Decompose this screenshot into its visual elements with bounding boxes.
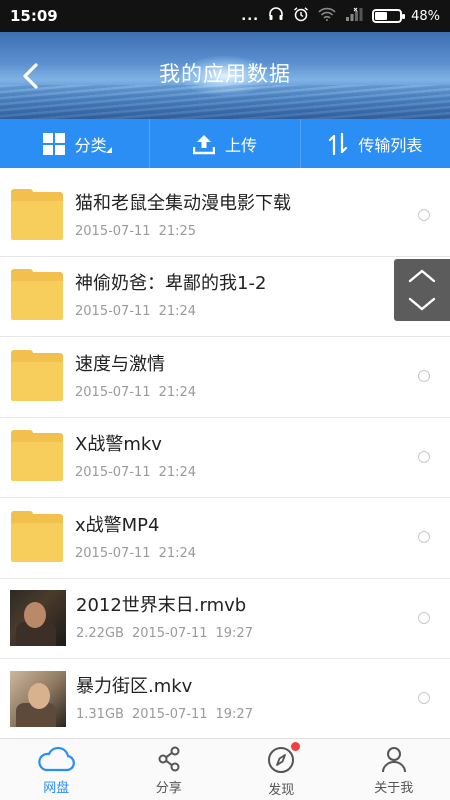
file-date: 2015-07-11	[75, 304, 151, 320]
notification-dot	[291, 742, 300, 751]
headphones-icon	[268, 6, 284, 26]
chevron-down-icon	[408, 297, 436, 311]
upload-button[interactable]: 上传	[149, 119, 299, 168]
file-date: 2015-07-11	[131, 706, 208, 722]
file-row[interactable]: 猫和老鼠全集动漫电影下载 2015-07-11 21:25	[0, 176, 450, 257]
scroll-down-button[interactable]	[402, 292, 442, 316]
video-thumbnail	[10, 590, 66, 647]
status-bar: 15:09 ... 48%	[0, 0, 450, 32]
select-radio[interactable]	[418, 531, 430, 543]
chevron-up-icon	[408, 269, 436, 283]
folder-icon	[11, 349, 65, 404]
file-meta: 2015-07-11 21:25	[75, 224, 450, 239]
file-name: 速度与激情	[75, 353, 165, 375]
nav-label: 发现	[268, 783, 295, 798]
nav-item-share[interactable]: 分享	[113, 739, 226, 800]
file-list: 猫和老鼠全集动漫电影下载 2015-07-11 21:25 神偷奶爸：卑鄙的我1-…	[0, 176, 450, 740]
share-icon	[158, 746, 180, 772]
category-button[interactable]: 分类	[0, 119, 149, 168]
nav-item-discover[interactable]: 发现	[225, 739, 338, 800]
file-meta: 2015-07-11 21:24	[75, 546, 450, 561]
file-time: 21:25	[158, 223, 197, 239]
banner-waves	[0, 85, 450, 119]
transfer-list-label: 传输列表	[358, 135, 423, 155]
nav-label: 分享	[155, 781, 182, 796]
file-name: x战警MP4	[75, 514, 160, 536]
file-date: 2015-07-11	[75, 384, 151, 400]
file-time: 19:27	[215, 706, 253, 722]
select-radio[interactable]	[418, 370, 430, 382]
file-size: 2.22GB	[76, 626, 124, 642]
file-date: 2015-07-11	[75, 223, 151, 239]
file-name: 猫和老鼠全集动漫电影下载	[75, 192, 291, 214]
nav-label: 网盘	[43, 781, 70, 796]
folder-icon	[11, 430, 65, 484]
upload-label: 上传	[224, 135, 257, 155]
file-time: 21:24	[158, 465, 197, 481]
battery-icon	[372, 9, 406, 23]
file-time: 19:27	[215, 626, 253, 642]
select-radio[interactable]	[418, 611, 430, 624]
upload-icon	[192, 134, 215, 154]
wifi-icon	[318, 7, 336, 25]
scroll-up-button[interactable]	[402, 264, 442, 288]
file-meta: 2015-07-11 21:24	[75, 385, 450, 400]
folder-icon	[11, 269, 65, 323]
nav-label: 关于我	[374, 781, 414, 796]
file-row[interactable]: 2012世界末日.rmvb 2.22GB 2015-07-11 19:27	[0, 579, 450, 659]
bottom-nav: 网盘 分享 发现 关于我	[0, 738, 450, 800]
signal-icon	[345, 7, 363, 25]
file-time: 21:24	[158, 545, 197, 561]
file-size: 1.31GB	[76, 706, 124, 722]
cloud-icon	[38, 746, 76, 772]
scroll-controls	[394, 259, 450, 321]
select-radio[interactable]	[418, 692, 430, 704]
folder-icon	[11, 510, 65, 565]
transfer-arrows-icon	[329, 132, 348, 155]
battery-percent: 48%	[411, 8, 440, 24]
file-time: 21:24	[158, 304, 197, 320]
file-row[interactable]: x战警MP4 2015-07-11 21:24	[0, 498, 450, 579]
toolbar: 分类 上传 传输列表	[0, 119, 450, 168]
file-row[interactable]: X战警mkv 2015-07-11 21:24	[0, 418, 450, 498]
header-banner: 我的应用数据	[0, 32, 450, 119]
status-icons: ... 48%	[241, 6, 440, 26]
notification-dots: ...	[241, 8, 260, 24]
transfer-list-button[interactable]: 传输列表	[299, 119, 450, 168]
file-meta: 2.22GB 2015-07-11 19:27	[76, 626, 450, 641]
nav-item-cloud-drive[interactable]: 网盘	[0, 739, 113, 800]
category-label: 分类	[74, 135, 107, 155]
file-row[interactable]: 速度与激情 2015-07-11 21:24	[0, 337, 450, 418]
file-date: 2015-07-11	[75, 545, 151, 561]
file-date: 2015-07-11	[75, 465, 151, 481]
file-time: 21:24	[158, 384, 197, 400]
file-date: 2015-07-11	[131, 626, 208, 642]
page-title: 我的应用数据	[159, 62, 291, 86]
file-meta: 2015-07-11 21:24	[75, 465, 450, 480]
file-name: X战警mkv	[75, 434, 162, 456]
alarm-icon	[293, 6, 309, 26]
dropdown-triangle-icon	[106, 147, 112, 153]
file-row[interactable]: 神偷奶爸：卑鄙的我1-2 2015-07-11 21:24	[0, 257, 450, 337]
battery-level	[375, 12, 387, 20]
file-row[interactable]: 暴力街区.mkv 1.31GB 2015-07-11 19:27	[0, 659, 450, 740]
select-radio[interactable]	[418, 450, 430, 463]
file-name: 暴力街区.mkv	[76, 675, 193, 697]
person-icon	[381, 747, 406, 773]
video-thumbnail	[10, 670, 66, 727]
nav-item-about-me[interactable]: 关于我	[338, 739, 450, 800]
select-radio[interactable]	[418, 209, 430, 221]
grid-icon	[42, 132, 65, 155]
file-meta: 1.31GB 2015-07-11 19:27	[76, 707, 450, 722]
file-name: 2012世界末日.rmvb	[76, 595, 247, 617]
status-time: 15:09	[10, 7, 58, 25]
folder-icon	[11, 188, 65, 243]
